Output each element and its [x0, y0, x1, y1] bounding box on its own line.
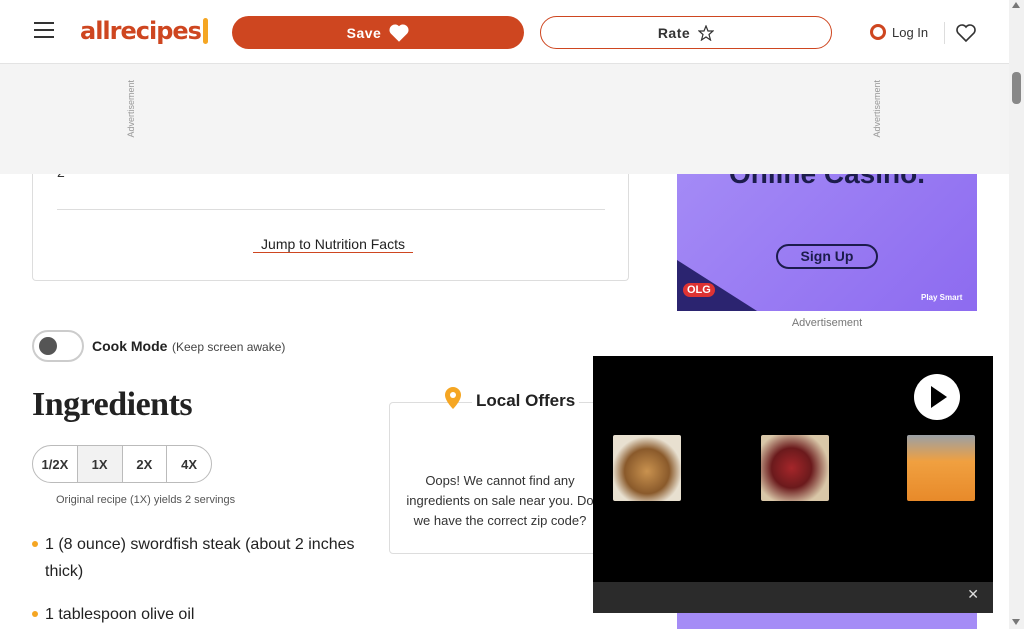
card-divider	[57, 209, 605, 210]
keep-awake-note[interactable]: (Keep screen awake)	[172, 340, 285, 354]
rate-label: Rate	[657, 24, 691, 41]
spoon-icon	[202, 18, 208, 44]
bullet-icon	[32, 541, 38, 547]
bottom-ad[interactable]	[677, 613, 977, 629]
rate-button[interactable]: Rate	[540, 16, 832, 49]
logo-text: allrecipes	[80, 17, 202, 45]
top-ad-band: Advertisement Advertisement	[0, 64, 1009, 174]
user-icon	[870, 24, 886, 40]
bullet-icon	[32, 611, 38, 617]
scroll-down-arrow[interactable]	[1012, 619, 1020, 625]
signup-button[interactable]: Sign Up	[776, 244, 878, 269]
video-thumbnail[interactable]	[613, 435, 681, 501]
ingredients-heading: Ingredients	[32, 386, 193, 423]
ad-slot[interactable]	[140, 72, 870, 162]
heart-icon	[389, 24, 409, 42]
local-offers-card: Local Offers Oops! We cannot find any in…	[389, 387, 609, 554]
video-thumbnail[interactable]	[907, 435, 975, 501]
video-thumbnail[interactable]	[761, 435, 829, 501]
video-control-bar: ✕	[593, 582, 993, 613]
login-link[interactable]: Log In	[870, 20, 928, 44]
location-pin-icon	[445, 387, 461, 409]
local-offers-message: Oops! We cannot find any ingredients on …	[406, 473, 594, 528]
cook-mode-label: Cook Mode	[92, 338, 168, 354]
ingredient-text: 1 (8 ounce) swordfish steak (about 2 inc…	[45, 536, 355, 580]
ingredient-item[interactable]: 1 tablespoon olive oil	[32, 601, 375, 628]
toggle-knob	[39, 337, 57, 355]
ad-label-right: Advertisement	[872, 80, 882, 138]
olg-logo: OLG	[683, 283, 715, 297]
servings-scale: 1/2X 1X 2X 4X	[32, 445, 212, 483]
video-player[interactable]	[593, 356, 993, 582]
play-smart-logo: Play Smart	[921, 293, 963, 302]
scale-4x[interactable]: 4X	[167, 446, 211, 482]
ad-label-left: Advertisement	[126, 80, 136, 138]
saved-heart-icon[interactable]	[955, 22, 977, 44]
menu-icon[interactable]	[34, 22, 54, 38]
header-divider	[944, 22, 945, 44]
cook-mode-toggle[interactable]	[32, 330, 84, 362]
scroll-thumb[interactable]	[1012, 72, 1021, 104]
scale-1x[interactable]: 1X	[77, 446, 123, 482]
scroll-up-arrow[interactable]	[1012, 2, 1020, 8]
page-scrollbar[interactable]	[1009, 0, 1024, 629]
login-label: Log In	[892, 24, 929, 40]
close-icon[interactable]: ✕	[967, 586, 979, 603]
jump-to-nutrition-link[interactable]: Jump to Nutrition Facts	[253, 236, 413, 253]
site-header: allrecipes Save Rate Log In	[0, 0, 1009, 64]
save-button[interactable]: Save	[232, 16, 524, 49]
casino-ad[interactable]: Online Casino. Sign Up OLG Play Smart	[677, 150, 977, 311]
scale-half[interactable]: 1/2X	[33, 446, 78, 482]
yield-note: Original recipe (1X) yields 2 servings	[56, 494, 236, 506]
site-logo[interactable]: allrecipes	[80, 14, 208, 48]
play-icon[interactable]	[914, 374, 960, 420]
ingredient-item[interactable]: 1 (8 ounce) swordfish steak (about 2 inc…	[32, 531, 375, 585]
save-label: Save	[346, 24, 382, 41]
ingredient-text: 1 tablespoon olive oil	[45, 606, 195, 623]
star-icon	[698, 24, 715, 41]
ad-caption: Advertisement	[791, 317, 863, 329]
scale-2x[interactable]: 2X	[123, 446, 168, 482]
local-offers-title: Local Offers	[472, 391, 580, 411]
